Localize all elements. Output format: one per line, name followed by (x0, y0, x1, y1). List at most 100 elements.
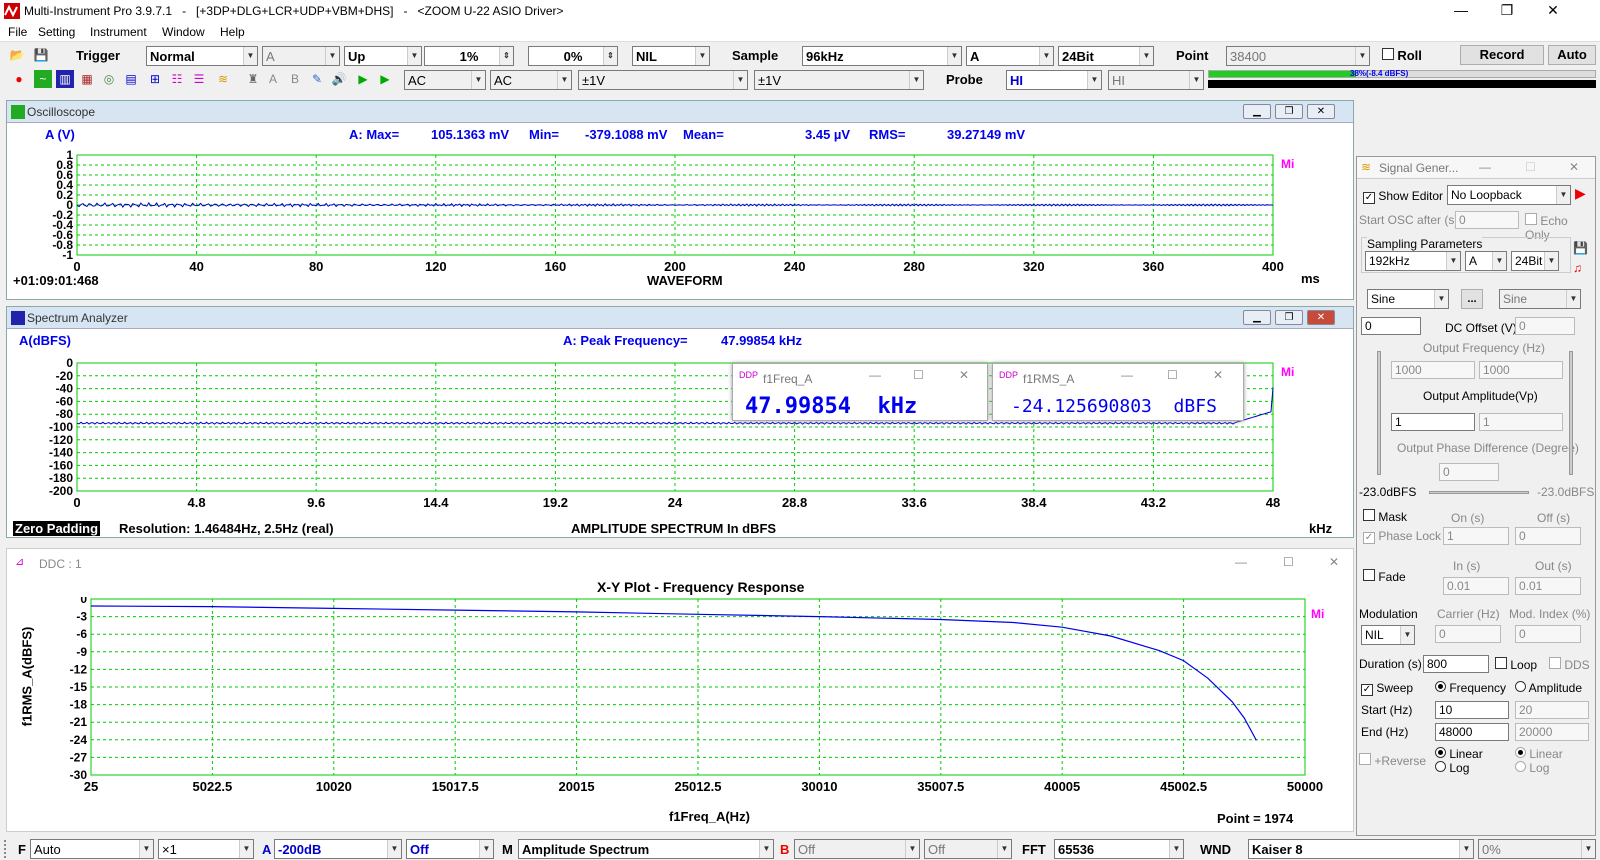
ddp-rms-window[interactable]: DDP f1RMS_A — ☐ ✕ -24.125690803 dBFS (992, 363, 1244, 421)
coupling-a-select[interactable]: AC ▼ (404, 70, 486, 90)
speaker-icon[interactable]: 🔊 (330, 70, 348, 88)
freq1-field[interactable]: 1000 (1391, 361, 1475, 379)
minimize-icon[interactable]: ▁ (1243, 104, 1271, 119)
play-icon[interactable]: ▶ (354, 70, 372, 88)
balance-slider[interactable] (1429, 491, 1529, 494)
close-icon[interactable]: ✕ (1329, 555, 1339, 569)
wnd-select[interactable]: Kaiser 8 ▼ (1248, 839, 1474, 859)
coupling-b-select[interactable]: AC ▼ (490, 70, 572, 90)
calibrate-b-icon[interactable]: B (286, 70, 304, 88)
minimize-icon[interactable]: — (1121, 368, 1133, 382)
record-dot-icon[interactable]: ● (10, 70, 28, 88)
sample-channel-select[interactable]: A ▼ (966, 46, 1054, 66)
minimize-icon[interactable]: — (1479, 160, 1491, 174)
close-icon[interactable]: ✕ (1530, 0, 1576, 22)
sweep-linear-radio[interactable]: Linear (1435, 747, 1483, 761)
xy-plot[interactable]: 0-3-6-9-12-15-18-21-24-27-3025 5022.5 1002… (37, 597, 1355, 811)
level-slider-left[interactable] (1377, 351, 1381, 475)
trigger-level-spinner[interactable]: 1% ⇕ (424, 46, 514, 66)
maximize-icon[interactable]: ☐ (913, 368, 924, 382)
save-icon[interactable]: 💾 (1573, 241, 1588, 255)
start-osc-field[interactable]: 0 (1455, 211, 1519, 229)
end2-field[interactable]: 20000 (1515, 723, 1589, 741)
zero-padding-badge[interactable]: Zero Padding (13, 521, 101, 536)
sweep-log-radio-b[interactable]: Log (1515, 761, 1549, 775)
start2-field[interactable]: 20 (1515, 701, 1589, 719)
multiplier-select[interactable]: ×1 ▼ (158, 839, 254, 859)
range-a-select[interactable]: ±1V ▼ (578, 70, 748, 90)
close-icon[interactable]: ✕ (1213, 368, 1223, 382)
dc-offset-field-b[interactable]: 0 (1515, 317, 1575, 335)
sample-rate-select[interactable]: 96kHz ▼ (802, 46, 962, 66)
phase-field[interactable]: 0 (1439, 463, 1499, 481)
range-b-select[interactable]: ±1V ▼ (754, 70, 924, 90)
show-editor-checkbox[interactable]: ✓ Show Editor (1363, 189, 1443, 204)
level-slider-right[interactable] (1569, 351, 1573, 475)
trigger-extra-select[interactable]: NIL ▼ (632, 46, 710, 66)
minimize-icon[interactable]: — (1438, 0, 1484, 22)
trigger-edge-select[interactable]: Up ▼ (344, 46, 422, 66)
dc-offset-field[interactable]: 0 (1361, 317, 1421, 335)
play-step-icon[interactable]: ▶ (376, 70, 394, 88)
menu-help[interactable]: Help (220, 25, 245, 39)
save-icon[interactable]: 💾 (32, 46, 50, 64)
maximize-icon[interactable]: ☐ (1283, 555, 1294, 569)
record-button[interactable]: Record (1460, 45, 1544, 65)
close-icon[interactable]: ✕ (1307, 310, 1335, 325)
close-icon[interactable]: ✕ (1307, 104, 1335, 119)
dds-checkbox[interactable]: DDS (1549, 657, 1590, 672)
probe-b-select[interactable]: HI ▼ (1108, 70, 1204, 90)
maximize-icon[interactable]: ☐ (1167, 368, 1178, 382)
point-select[interactable]: 38400 ▼ (1226, 46, 1370, 66)
calibrate-a-icon[interactable]: A (264, 70, 282, 88)
carrier-field[interactable]: 0 (1435, 625, 1501, 643)
reverse-checkbox[interactable]: +Reverse (1359, 753, 1426, 768)
fade-in-field[interactable]: 0.01 (1443, 577, 1509, 595)
maximize-icon[interactable]: ☐ (1525, 160, 1536, 174)
oscilloscope-icon[interactable]: ~ (34, 70, 52, 88)
end1-field[interactable]: 48000 (1435, 723, 1509, 741)
freq2-field[interactable]: 1000 (1479, 361, 1563, 379)
gen-channel-select[interactable]: A ▼ (1465, 251, 1507, 271)
menu-setting[interactable]: Setting (38, 25, 75, 39)
dmm-icon[interactable]: ▤ (122, 70, 140, 88)
sweep-log-radio[interactable]: Log (1435, 761, 1469, 775)
restore-icon[interactable]: ❐ (1275, 310, 1303, 325)
roll-checkbox[interactable]: Roll (1382, 48, 1422, 63)
restore-icon[interactable]: ❐ (1275, 104, 1303, 119)
close-icon[interactable]: ✕ (1569, 160, 1579, 174)
menu-instrument[interactable]: Instrument (90, 25, 147, 39)
menu-window[interactable]: Window (162, 25, 205, 39)
mask-checkbox[interactable]: Mask (1363, 509, 1407, 524)
amp2-field[interactable]: 1 (1479, 413, 1563, 431)
sweep-checkbox[interactable]: ✓ Sweep (1361, 681, 1413, 696)
device-test-icon[interactable]: ♜ (244, 70, 262, 88)
on-field[interactable]: 1 (1443, 527, 1509, 545)
minimize-icon[interactable]: — (869, 368, 881, 382)
open-folder-icon[interactable]: 📂 (8, 46, 26, 64)
trigger-delay-spinner[interactable]: 0% ⇕ (528, 46, 618, 66)
ddc-icon[interactable]: ☰ (190, 70, 208, 88)
phase-plot-icon[interactable]: ◎ (100, 70, 118, 88)
a-level-select[interactable]: -200dB ▼ (274, 839, 402, 859)
dsp-icon[interactable]: ⊞ (146, 70, 164, 88)
probe-a-select[interactable]: HI ▼ (1006, 70, 1102, 90)
sweep-linear-radio-b[interactable]: Linear (1515, 747, 1563, 761)
menu-file[interactable]: File (8, 25, 27, 39)
ddp-freq-window[interactable]: DDP f1Freq_A — ☐ ✕ 47.99854 kHz (732, 363, 988, 421)
b-off-select[interactable]: Off ▼ (794, 839, 920, 859)
wave2-select[interactable]: Sine ▼ (1499, 289, 1581, 309)
waveform-edit-icon[interactable]: ♫ (1573, 261, 1582, 275)
gen-bits-select[interactable]: 24Bit ▼ (1511, 251, 1559, 271)
a-off-select[interactable]: Off ▼ (406, 839, 494, 859)
percent-select[interactable]: 0% ▼ (1478, 839, 1596, 859)
start1-field[interactable]: 10 (1435, 701, 1509, 719)
off-field[interactable]: 0 (1515, 527, 1581, 545)
fft-select[interactable]: 65536 ▼ (1054, 839, 1184, 859)
loop-checkbox[interactable]: Loop (1495, 657, 1537, 672)
mod-index-field[interactable]: 0 (1515, 625, 1581, 643)
signal-generator-icon[interactable]: ≋ (214, 70, 232, 88)
duration-field[interactable]: 800 (1423, 655, 1489, 673)
wave-options-button[interactable]: ... (1461, 289, 1483, 309)
ddp-icon[interactable]: ☷ (168, 70, 186, 88)
